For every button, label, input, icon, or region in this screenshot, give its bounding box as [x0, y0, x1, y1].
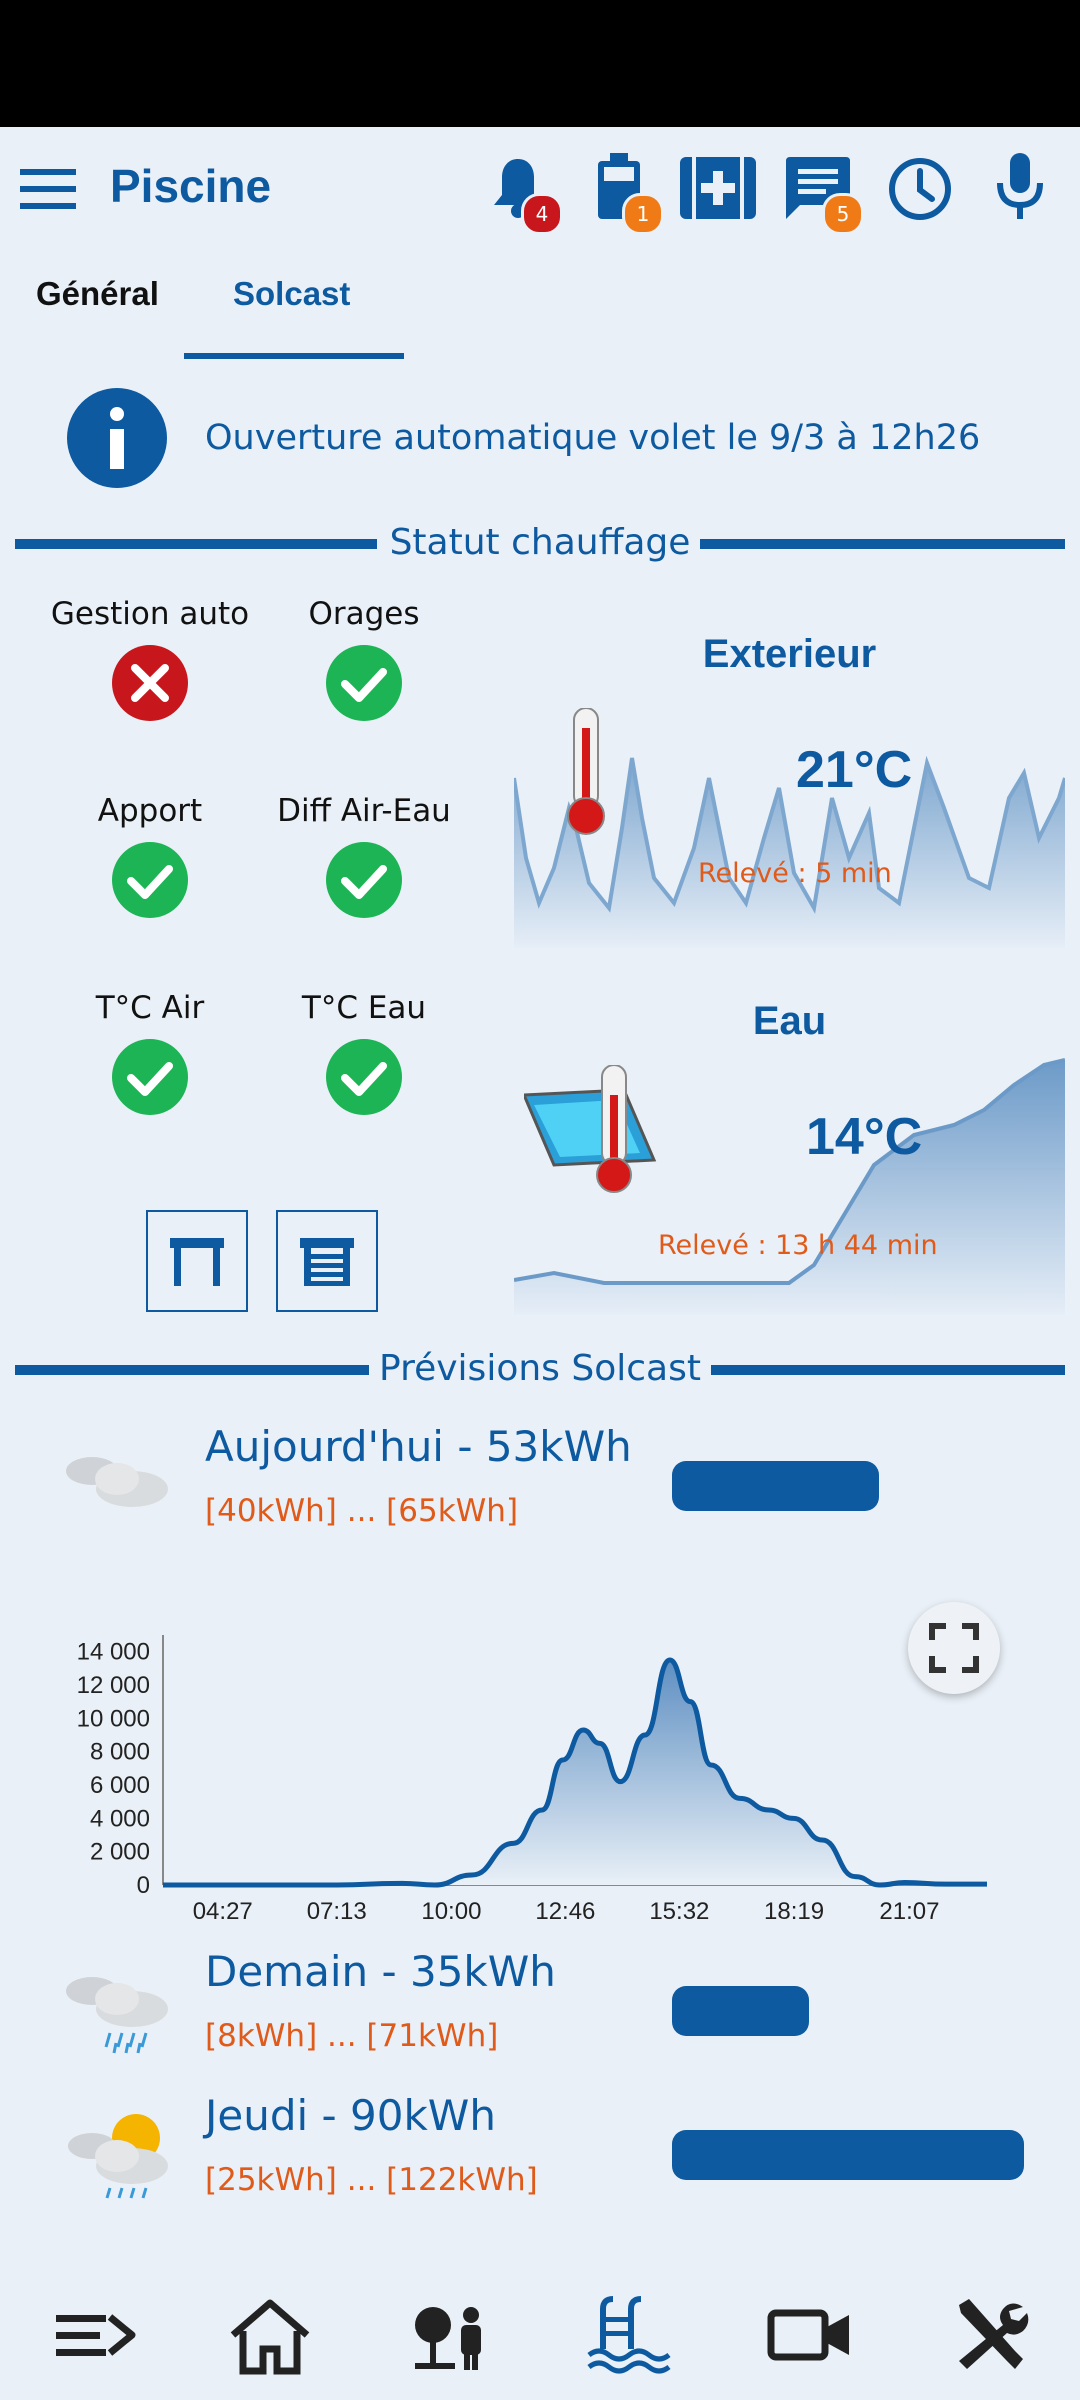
exterieur-title: Exterieur — [702, 632, 877, 676]
x-tick-label: 18:19 — [764, 1898, 824, 1925]
y-tick-label: 2 000 — [90, 1839, 150, 1866]
menu-list-icon[interactable] — [50, 2295, 140, 2375]
tab-general[interactable]: Général — [36, 275, 159, 313]
x-tick-label: 15:32 — [649, 1898, 709, 1925]
info-message: Ouverture automatique volet le 9/3 à 12h… — [205, 418, 981, 458]
shutter-close-button[interactable] — [276, 1210, 378, 1312]
forecast-tomorrow-range: [8kWh] ... [71kWh] — [205, 2018, 499, 2054]
message-badge: 5 — [822, 193, 864, 235]
rain-icon — [66, 1977, 168, 2054]
exterieur-panel[interactable]: Exterieur 21°C Relevé : 5 min — [514, 618, 1065, 948]
home-icon[interactable] — [225, 2295, 315, 2375]
sun-rain-icon — [68, 2114, 168, 2199]
page-title: Piscine — [110, 160, 272, 212]
x-tick-label: 21:07 — [879, 1898, 939, 1925]
tab-solcast[interactable]: Solcast — [233, 275, 350, 313]
pool-icon[interactable] — [585, 2295, 675, 2375]
section-previsions-solcast: Prévisions Solcast — [15, 1348, 1065, 1389]
fullscreen-icon — [929, 1623, 979, 1673]
forecast-today-bar — [672, 1461, 879, 1511]
shutter-closed-icon — [300, 1238, 354, 1286]
tools-icon[interactable] — [945, 2295, 1035, 2375]
menu-icon[interactable] — [20, 169, 76, 209]
chart-area — [163, 1660, 987, 1885]
status-tc-eau: T°C Eau — [254, 990, 474, 1120]
forecast-tomorrow-title: Demain - 35kWh — [205, 1947, 556, 1996]
status-orages: Orages — [254, 596, 474, 726]
check-icon — [326, 842, 402, 918]
x-tick-label: 07:13 — [307, 1898, 367, 1925]
section-title: Prévisions Solcast — [379, 1348, 701, 1389]
shutter-open-button[interactable] — [146, 1210, 248, 1312]
check-icon — [326, 1039, 402, 1115]
exterieur-releve: Relevé : 5 min — [698, 858, 892, 889]
y-tick-label: 0 — [137, 1872, 150, 1899]
shutter-open-icon — [170, 1238, 224, 1286]
eau-panel[interactable]: Eau 14°C Relevé : 13 h 44 min — [514, 985, 1065, 1315]
y-tick-label: 6 000 — [90, 1772, 150, 1799]
pool-thermometer-icon — [524, 1065, 657, 1193]
forecast-today-range: [40kWh] ... [65kWh] — [205, 1493, 519, 1529]
eau-title: Eau — [752, 999, 827, 1043]
status-apport: Apport — [40, 793, 260, 923]
eau-releve: Relevé : 13 h 44 min — [658, 1230, 938, 1261]
notification-badge: 4 — [521, 193, 563, 235]
forecast-jeudi-range: [25kWh] ... [122kWh] — [205, 2162, 538, 2198]
app-bar: Piscine 4 1 5 — [0, 127, 1080, 252]
y-tick-label: 10 000 — [77, 1705, 150, 1732]
garden-icon[interactable] — [405, 2295, 495, 2375]
fullscreen-button[interactable] — [908, 1602, 1000, 1694]
status-diff-air-eau: Diff Air-Eau — [254, 793, 474, 923]
exterieur-temp: 21°C — [796, 741, 913, 799]
cloudy-icon — [66, 1457, 168, 1507]
section-title: Statut chauffage — [389, 522, 691, 563]
tab-indicator — [184, 353, 404, 359]
status-tc-air: T°C Air — [40, 990, 260, 1120]
check-icon — [112, 1039, 188, 1115]
check-icon — [112, 842, 188, 918]
y-tick-label: 4 000 — [90, 1805, 150, 1832]
y-tick-label: 8 000 — [90, 1739, 150, 1766]
forecast-jeudi-title: Jeudi - 90kWh — [205, 2091, 496, 2140]
camera-icon[interactable] — [765, 2295, 855, 2375]
eau-temp: 14°C — [806, 1108, 923, 1166]
thermometer-icon — [567, 708, 605, 835]
tab-bar: Général Solcast — [0, 255, 1080, 360]
status-gestion-auto: Gestion auto — [40, 596, 260, 726]
status-bar — [0, 0, 1080, 127]
medical-icon[interactable] — [680, 157, 756, 219]
x-tick-label: 04:27 — [193, 1898, 253, 1925]
error-icon — [112, 645, 188, 721]
bottom-nav — [0, 2270, 1080, 2400]
forecast-today-title: Aujourd'hui - 53kWh — [205, 1422, 632, 1471]
forecast-tomorrow-bar — [672, 1986, 809, 2036]
x-tick-label: 10:00 — [421, 1898, 481, 1925]
info-icon — [67, 388, 167, 488]
check-icon — [326, 645, 402, 721]
mic-icon[interactable] — [996, 153, 1044, 221]
section-statut-chauffage: Statut chauffage — [15, 522, 1065, 563]
forecast-jeudi-bar — [672, 2130, 1024, 2180]
clock-icon[interactable] — [888, 157, 952, 221]
y-tick-label: 14 000 — [77, 1639, 150, 1666]
x-tick-label: 12:46 — [535, 1898, 595, 1925]
y-tick-label: 12 000 — [77, 1672, 150, 1699]
battery-badge: 1 — [622, 193, 664, 235]
